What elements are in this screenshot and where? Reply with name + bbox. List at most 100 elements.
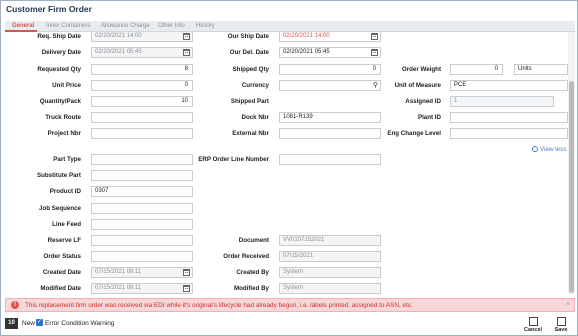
- warning-alert: ! This replacement firm order was receiv…: [5, 298, 575, 312]
- status-count-badge: 10: [5, 318, 18, 329]
- tab-history[interactable]: History: [196, 23, 215, 29]
- our-ship-date-label: Our Ship Date: [227, 33, 269, 40]
- line-feed-field[interactable]: [91, 219, 193, 230]
- product-id-label: Product ID: [49, 188, 81, 195]
- shipped-part-field: [279, 96, 381, 107]
- cancel-label: Cancel: [523, 327, 543, 333]
- plant-id-label: Plant ID: [417, 114, 441, 121]
- save-button[interactable]: Save: [550, 317, 572, 335]
- our-ship-date-value: 02/20/2021 14:00: [283, 33, 330, 39]
- search-icon[interactable]: ⚲: [373, 81, 378, 90]
- title-bar: Customer Firm Order: [1, 1, 577, 19]
- form-content: Req. Ship Date 02/20/2021 14:00 Delivery…: [1, 32, 577, 294]
- product-id-field[interactable]: 0307: [91, 186, 193, 197]
- unit-price-field[interactable]: 0: [91, 80, 193, 91]
- modified-date-field: 07/15/2021 08:11: [91, 283, 193, 294]
- quantity-pack-field[interactable]: 10: [91, 96, 193, 107]
- close-icon[interactable]: ×: [566, 301, 570, 308]
- order-status-label: Order Status: [43, 253, 81, 260]
- order-received-field: 07/15/2021: [279, 251, 381, 262]
- created-by-field: System: [279, 267, 381, 278]
- plant-id-field[interactable]: [450, 112, 568, 123]
- currency-field[interactable]: ⚲: [279, 80, 381, 91]
- our-ship-date-field[interactable]: 02/20/2021 14:00: [279, 32, 381, 42]
- eng-change-level-field[interactable]: [450, 128, 568, 139]
- unit-of-measure-field[interactable]: PCE: [450, 80, 568, 91]
- alert-message: This replacement firm order was received…: [25, 302, 413, 309]
- cancel-icon: [528, 317, 538, 326]
- line-feed-label: Line Feed: [52, 221, 81, 228]
- view-less-link[interactable]: View less: [532, 146, 566, 153]
- save-icon: [556, 317, 566, 326]
- calendar-icon: [183, 285, 190, 292]
- erp-order-line-number-field[interactable]: [279, 154, 381, 165]
- our-del-date-field[interactable]: 02/20/2021 05:45: [279, 47, 381, 58]
- currency-label: Currency: [241, 82, 269, 89]
- req-ship-date-field[interactable]: 02/20/2021 14:00: [91, 32, 193, 42]
- delivery-date-label: Delivery Date: [41, 49, 81, 56]
- cancel-button[interactable]: Cancel: [522, 317, 544, 335]
- tab-inner-containers[interactable]: Inner Containers: [46, 23, 90, 29]
- tab-general[interactable]: General: [12, 23, 34, 29]
- tab-allowance-charge[interactable]: Allowance Charge: [101, 23, 150, 29]
- error-icon: !: [11, 301, 19, 309]
- document-field: VV0107152021: [279, 235, 381, 246]
- truck-route-field[interactable]: [91, 112, 193, 123]
- calendar-icon[interactable]: [371, 49, 378, 56]
- shipped-part-label: Shipped Part: [230, 98, 269, 105]
- scrollbar-thumb[interactable]: [569, 81, 574, 293]
- external-nbr-label: External Nbr: [232, 130, 269, 137]
- modified-by-label: Modified By: [233, 285, 269, 292]
- save-label: Save: [554, 327, 568, 333]
- part-type-label: Part Type: [53, 156, 81, 163]
- dock-nbr-label: Dock Nbr: [241, 114, 269, 121]
- error-warning-checkbox[interactable]: ✓: [36, 319, 43, 326]
- dock-nbr-field[interactable]: 1081-R139: [279, 112, 381, 123]
- shipped-qty-label: Shipped Qty: [232, 66, 269, 73]
- modified-date-value: 07/15/2021 08:11: [95, 285, 142, 291]
- part-type-field[interactable]: [91, 154, 193, 165]
- shipped-qty-field[interactable]: 0: [279, 64, 381, 75]
- requested-qty-label: Requested Qty: [37, 66, 81, 73]
- tab-other-info[interactable]: Other Info: [158, 23, 185, 29]
- calendar-icon[interactable]: [183, 33, 190, 40]
- req-ship-date-value: 02/20/2021 14:00: [95, 33, 142, 39]
- assigned-id-field: 1: [450, 96, 554, 107]
- substitute-part-field[interactable]: [91, 170, 193, 181]
- unit-price-label: Unit Price: [52, 82, 81, 89]
- calendar-icon[interactable]: [371, 33, 378, 40]
- unit-of-measure-label: Unit of Measure: [394, 82, 441, 89]
- modified-date-label: Modified Date: [40, 285, 81, 292]
- collapse-icon: [532, 146, 538, 152]
- created-date-label: Created Date: [42, 269, 81, 276]
- delivery-date-value: 02/20/2021 05:45: [95, 49, 142, 55]
- erp-order-line-number-label: ERP Order Line Number: [198, 156, 269, 163]
- our-del-date-value: 02/20/2021 05:45: [283, 49, 330, 55]
- document-label: Document: [238, 237, 269, 244]
- external-nbr-field[interactable]: [279, 128, 381, 139]
- delivery-date-field[interactable]: 02/20/2021 05:45: [91, 47, 193, 58]
- project-nbr-label: Project Nbr: [47, 130, 81, 137]
- project-nbr-field[interactable]: [91, 128, 193, 139]
- modified-by-field: System: [279, 283, 381, 294]
- reserve-lf-field[interactable]: [91, 235, 193, 246]
- order-weight-unit-select[interactable]: Units: [514, 64, 568, 75]
- status-text: New: [22, 320, 36, 327]
- quantity-pack-label: Quantity/Pack: [39, 98, 81, 105]
- order-status-field[interactable]: [91, 251, 193, 262]
- substitute-part-label: Substitute Part: [36, 172, 81, 179]
- reserve-lf-label: Reserve LF: [47, 237, 81, 244]
- customer-firm-order-window: Customer Firm Order General Inner Contai…: [0, 0, 578, 336]
- order-weight-field[interactable]: 0: [450, 64, 503, 75]
- created-date-value: 07/15/2021 08:11: [95, 269, 142, 275]
- footer-bar: 10 New ✓ Error Condition Warning Cancel …: [1, 314, 577, 335]
- eng-change-level-label: Eng Change Level: [387, 130, 441, 137]
- requested-qty-field[interactable]: 8: [91, 64, 193, 75]
- truck-route-label: Truck Route: [45, 114, 81, 121]
- order-weight-label: Order Weight: [401, 66, 441, 73]
- job-sequence-label: Job Sequence: [39, 205, 81, 212]
- assigned-id-label: Assigned ID: [405, 98, 441, 105]
- job-sequence-field[interactable]: [91, 203, 193, 214]
- calendar-icon[interactable]: [183, 49, 190, 56]
- req-ship-date-label: Req. Ship Date: [37, 33, 81, 40]
